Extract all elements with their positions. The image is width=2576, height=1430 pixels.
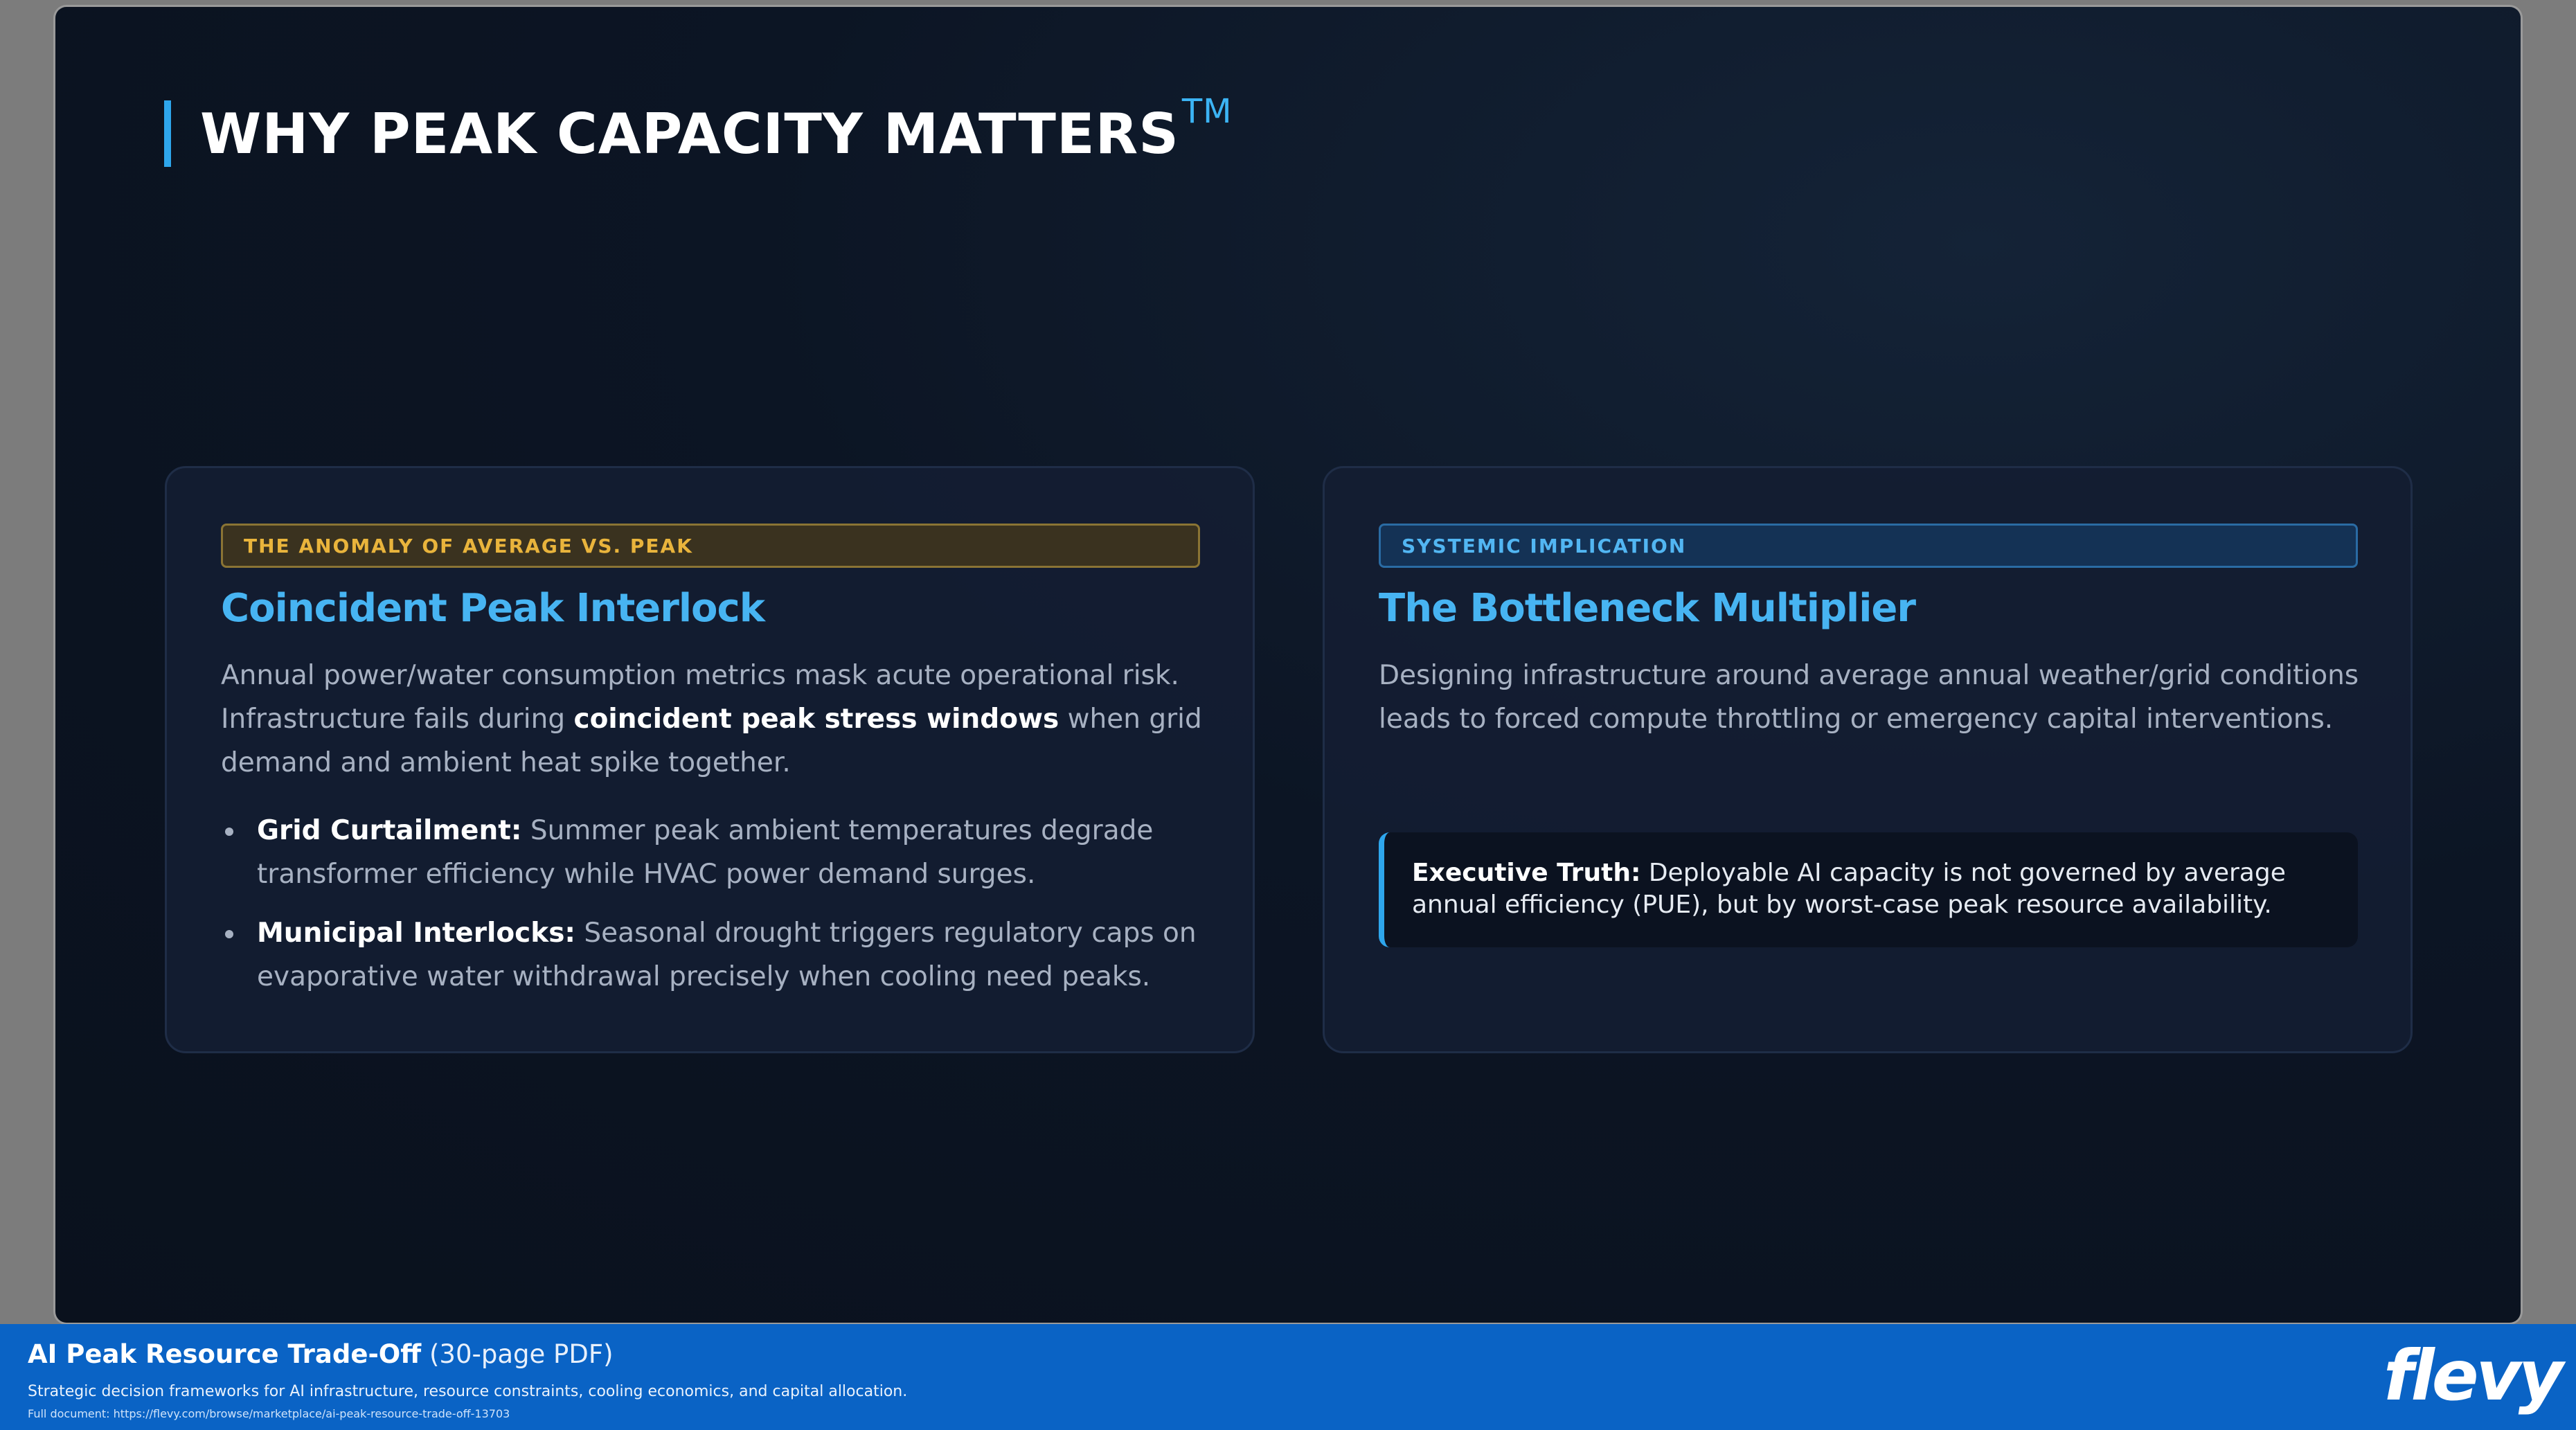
footer-document-link[interactable]: Full document: https://flevy.com/browse/… — [28, 1407, 510, 1420]
card-bottleneck-multiplier: SYSTEMIC IMPLICATION The Bottleneck Mult… — [1323, 466, 2413, 1053]
bullet-dot-icon — [225, 828, 233, 836]
slide-title: WHY PEAK CAPACITY MATTERSTM — [200, 92, 1233, 166]
footer-title-suffix: (30-page PDF) — [421, 1339, 614, 1369]
bullet-dot-icon — [225, 930, 233, 938]
footer-title-main: AI Peak Resource Trade-Off — [28, 1339, 422, 1369]
slide: WHY PEAK CAPACITY MATTERSTM THE ANOMALY … — [55, 7, 2521, 1323]
title-block: WHY PEAK CAPACITY MATTERSTM — [164, 92, 1233, 172]
trademark-mark: TM — [1181, 91, 1233, 131]
title-accent-bar — [164, 100, 171, 167]
card-tag-anomaly: THE ANOMALY OF AVERAGE VS. PEAK — [221, 524, 1200, 568]
callout-label: Executive Truth: — [1412, 859, 1641, 887]
footer-title[interactable]: AI Peak Resource Trade-Off (30-page PDF) — [28, 1339, 614, 1369]
card-paragraph: Designing infrastructure around average … — [1379, 660, 2359, 735]
footer-description: Strategic decision frameworks for AI inf… — [28, 1383, 908, 1400]
card-heading: The Bottleneck Multiplier — [1379, 586, 1916, 631]
bullet-item-grid-curtailment: Grid Curtailment: Summer peak ambient te… — [221, 809, 1218, 896]
card-heading: Coincident Peak Interlock — [221, 586, 765, 631]
bullet-list: Grid Curtailment: Summer peak ambient te… — [221, 809, 1218, 1014]
bullet-label: Municipal Interlocks: — [257, 918, 576, 949]
slide-title-text: WHY PEAK CAPACITY MATTERS — [200, 101, 1179, 166]
paragraph-emphasis: coincident peak stress windows — [573, 704, 1059, 735]
bullet-item-municipal-interlocks: Municipal Interlocks: Seasonal drought t… — [221, 911, 1218, 999]
bullet-label: Grid Curtailment: — [257, 815, 522, 846]
card-tag-systemic: SYSTEMIC IMPLICATION — [1379, 524, 2358, 568]
card-coincident-peak: THE ANOMALY OF AVERAGE VS. PEAK Coincide… — [165, 466, 1255, 1053]
footer-banner: AI Peak Resource Trade-Off (30-page PDF)… — [0, 1324, 2576, 1430]
card-paragraph: Annual power/water consumption metrics m… — [221, 654, 1218, 785]
flevy-logo[interactable]: flevy — [2383, 1338, 2564, 1414]
executive-truth-callout: Executive Truth: Deployable AI capacity … — [1379, 832, 2358, 947]
